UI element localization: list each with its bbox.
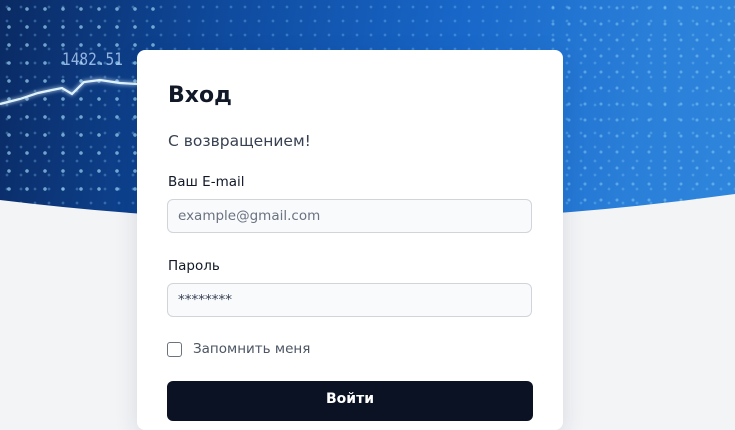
login-card: Вход С возвращением! Ваш E-mail Пароль З…	[137, 50, 563, 430]
email-label: Ваш E-mail	[168, 174, 245, 190]
remember-me-label[interactable]: Запомнить меня	[193, 341, 310, 357]
hero-ticker-value: 1482.51	[62, 50, 123, 70]
remember-me-row[interactable]: Запомнить меня	[167, 341, 310, 357]
email-field[interactable]	[167, 199, 532, 233]
page-title: Вход	[168, 83, 232, 108]
welcome-subtitle: С возвращением!	[168, 132, 311, 150]
password-label: Пароль	[168, 258, 220, 274]
login-button-label: Войти	[325, 391, 375, 407]
login-button[interactable]: Войти	[167, 381, 533, 421]
remember-me-checkbox[interactable]	[167, 341, 182, 357]
password-field[interactable]	[167, 283, 532, 317]
